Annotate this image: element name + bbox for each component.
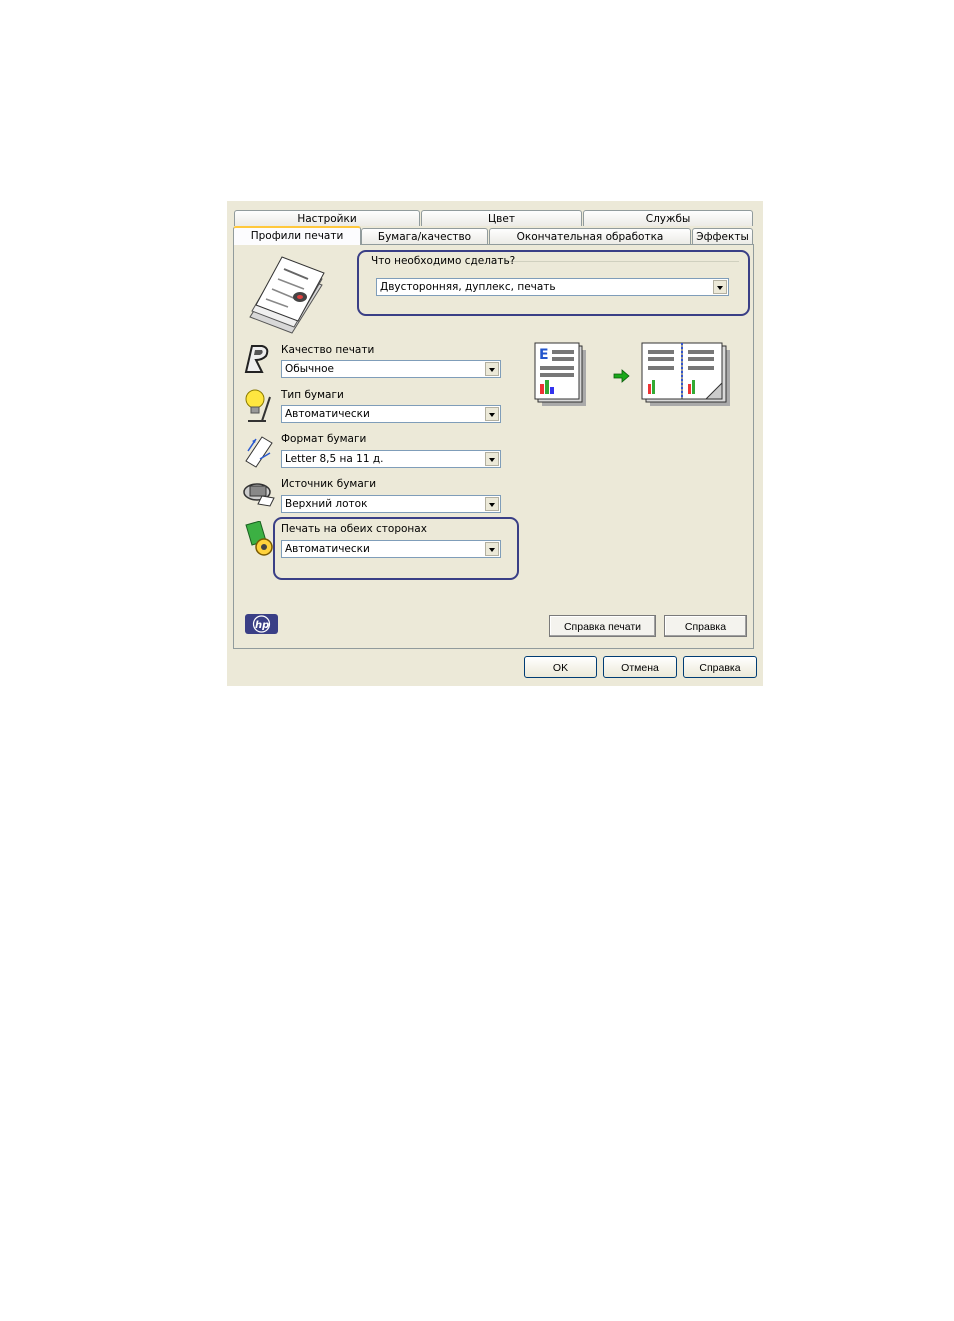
paper-size-value: Letter 8,5 на 11 д.	[285, 453, 384, 465]
quality-select[interactable]: Обычное	[281, 360, 501, 378]
tab-effects[interactable]: Эффекты	[692, 228, 753, 244]
tab-settings[interactable]: Настройки	[234, 210, 420, 226]
duplex-select[interactable]: Автоматически	[281, 540, 501, 558]
paper-source-select[interactable]: Верхний лоток	[281, 495, 501, 513]
tab-print-profiles[interactable]: Профили печати	[233, 226, 361, 245]
task-select-value: Двусторонняя, дуплекс, печать	[380, 281, 556, 293]
panel-help-button[interactable]: Справка	[664, 615, 747, 637]
tab-services[interactable]: Службы	[583, 210, 753, 226]
printer-properties-dialog: Настройки Цвет Службы Профили печати Бум…	[227, 201, 763, 686]
task-select[interactable]: Двусторонняя, дуплекс, печать	[376, 278, 729, 296]
chevron-down-icon[interactable]	[485, 407, 499, 421]
chevron-down-icon[interactable]	[485, 362, 499, 376]
duplex-label: Печать на обеих сторонах	[281, 523, 427, 535]
paper-source-value: Верхний лоток	[285, 498, 368, 510]
paper-type-value: Автоматически	[285, 408, 370, 420]
duplex-preview-icon: E	[534, 342, 730, 406]
lightbulb-icon	[245, 389, 271, 422]
cancel-button[interactable]: Отмена	[603, 656, 677, 678]
documents-stack-icon	[249, 256, 325, 334]
tab-color[interactable]: Цвет	[421, 210, 582, 226]
duplex-gear-icon	[245, 521, 273, 556]
paper-size-label: Формат бумаги	[281, 433, 367, 445]
paper-source-label: Источник бумаги	[281, 478, 377, 490]
group-line	[505, 261, 739, 262]
chevron-down-icon[interactable]	[713, 280, 727, 294]
task-label: Что необходимо сделать?	[371, 255, 516, 267]
tab-panel: Что необходимо сделать? Двусторонняя, ду…	[233, 244, 754, 649]
quality-value: Обычное	[285, 363, 334, 375]
print-quality-icon	[244, 345, 269, 373]
svg-text:hp: hp	[255, 620, 269, 631]
paper-type-select[interactable]: Автоматически	[281, 405, 501, 423]
print-help-button[interactable]: Справка печати	[549, 615, 656, 637]
paper-tray-icon	[243, 483, 275, 507]
svg-text:E: E	[539, 347, 549, 363]
paper-size-select[interactable]: Letter 8,5 на 11 д.	[281, 450, 501, 468]
quality-label: Качество печати	[281, 344, 375, 356]
paper-size-icon	[245, 436, 273, 468]
paper-type-label: Тип бумаги	[281, 389, 344, 401]
chevron-down-icon[interactable]	[485, 497, 499, 511]
chevron-down-icon[interactable]	[485, 542, 499, 556]
hp-logo-icon: hp	[245, 614, 278, 634]
tab-paper-quality[interactable]: Бумага/качество	[361, 228, 488, 244]
chevron-down-icon[interactable]	[485, 452, 499, 466]
tab-finishing[interactable]: Окончательная обработка	[489, 228, 691, 244]
help-button[interactable]: Справка	[683, 656, 757, 678]
duplex-value: Автоматически	[285, 543, 370, 555]
ok-button[interactable]: OK	[524, 656, 597, 678]
